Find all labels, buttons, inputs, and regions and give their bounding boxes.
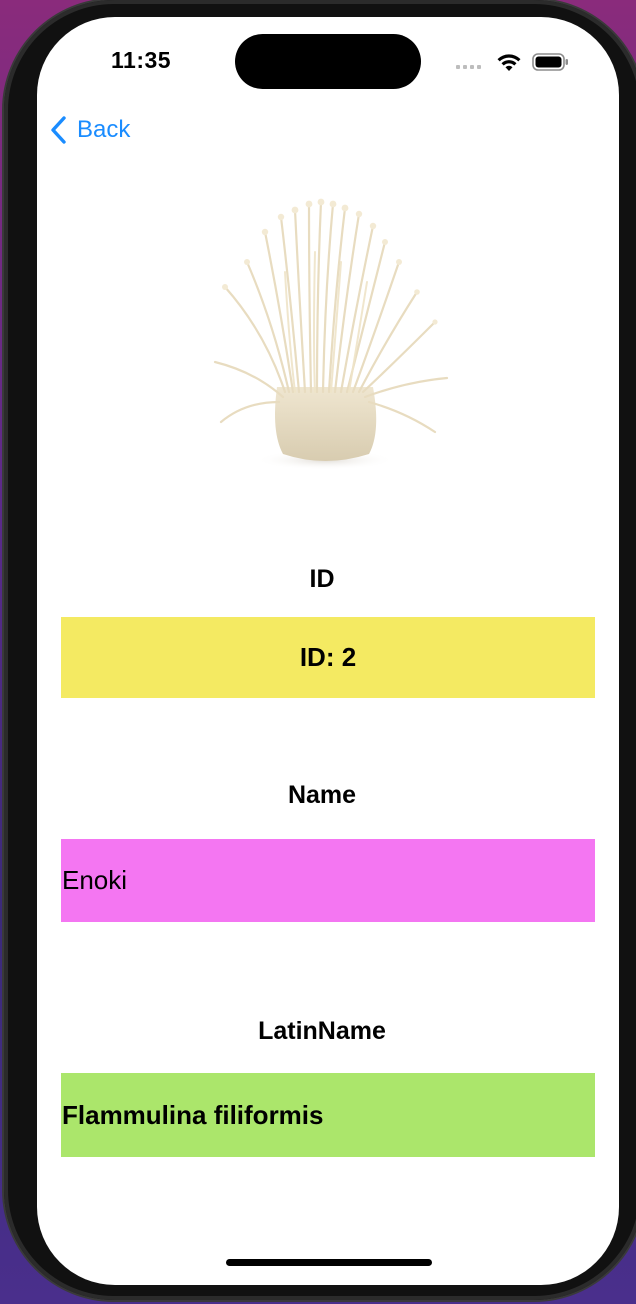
status-time: 11:35 <box>111 47 172 73</box>
navigation-bar: Back <box>37 107 619 151</box>
wifi-icon <box>497 54 521 71</box>
name-label: Name <box>287 781 357 809</box>
battery-icon <box>532 53 568 71</box>
app-screen: 11:35 Back ID ID: 2 Name Enoki LatinName… <box>37 17 619 1285</box>
phone-frame: 11:35 Back ID ID: 2 Name Enoki LatinName… <box>4 0 636 1300</box>
back-button-label: Back <box>77 116 131 143</box>
status-bar: 11:35 <box>37 17 619 107</box>
back-button[interactable]: Back <box>49 113 130 147</box>
latin-name-value-box: Flammulina filiformis <box>61 1073 595 1157</box>
enoki-mushroom-image <box>213 198 449 470</box>
id-label: ID <box>309 565 335 593</box>
chevron-left-icon <box>51 116 66 144</box>
signal-icon <box>456 65 481 69</box>
home-indicator[interactable] <box>226 1259 432 1266</box>
dynamic-island <box>235 34 421 89</box>
latin-name-label: LatinName <box>258 1017 386 1045</box>
name-value-box: Enoki <box>61 839 595 922</box>
id-value-box: ID: 2 <box>61 617 595 698</box>
